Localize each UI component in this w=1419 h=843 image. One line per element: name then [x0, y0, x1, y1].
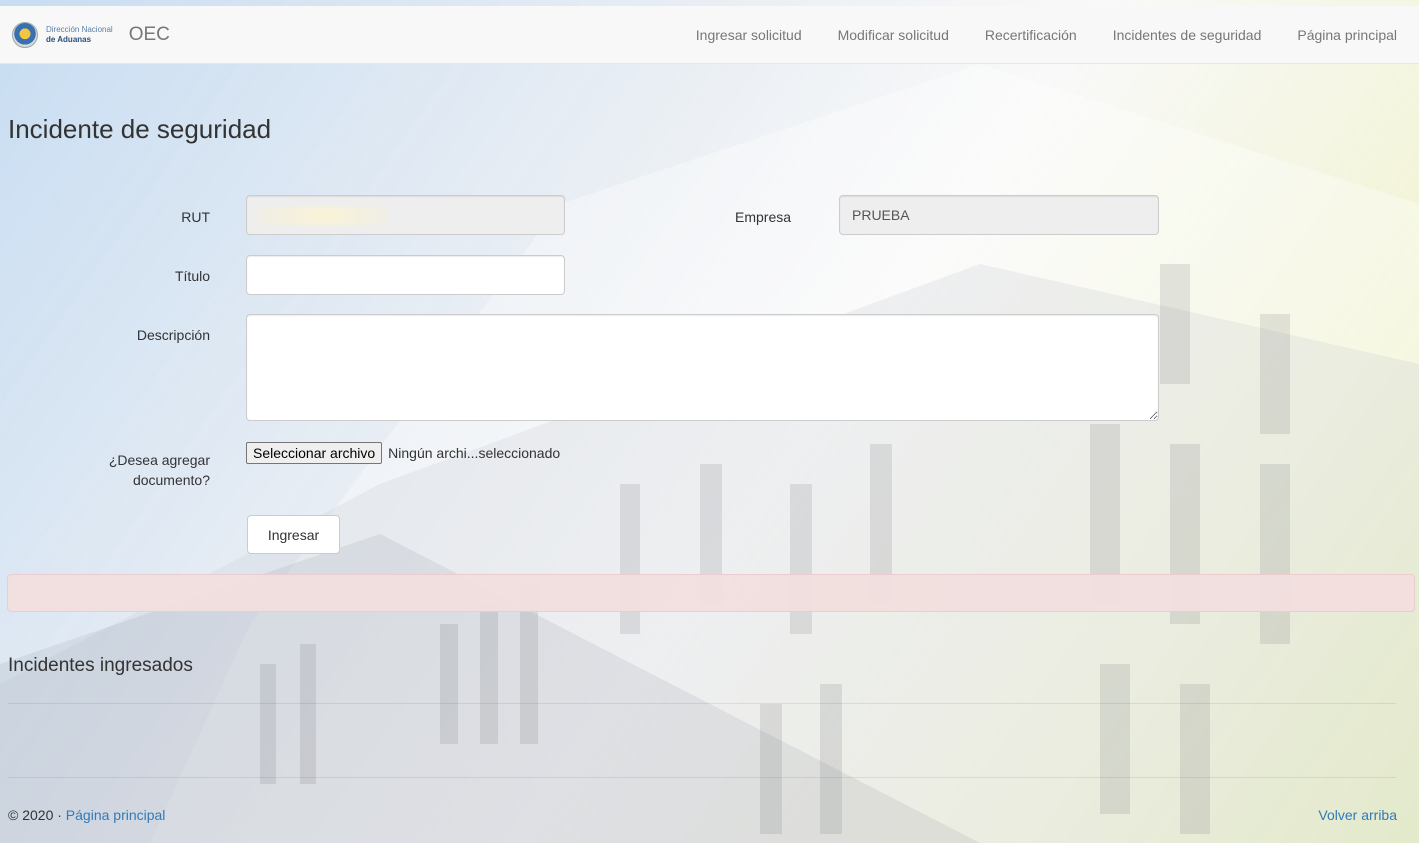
brand[interactable]: Dirección Nacional de Aduanas OEC — [12, 21, 170, 48]
titulo-label: Título — [174, 268, 210, 284]
ingresar-button[interactable]: Ingresar — [247, 515, 340, 554]
back-to-top-link[interactable]: Volver arriba — [1318, 807, 1397, 823]
copyright-text: © 2020 · — [8, 807, 66, 823]
empresa-label: Empresa — [735, 209, 792, 225]
logo-line1: Dirección Nacional — [46, 24, 113, 34]
file-input: Seleccionar archivo Ningún archi...selec… — [246, 442, 560, 464]
nav-ingresar-solicitud[interactable]: Ingresar solicitud — [678, 6, 820, 64]
page-title: Incidente de seguridad — [8, 114, 272, 144]
nav-links: Ingresar solicitud Modificar solicitud R… — [678, 6, 1419, 64]
file-status: Ningún archi...seleccionado — [388, 445, 561, 461]
footer-divider — [8, 777, 1396, 778]
descripcion-textarea[interactable] — [246, 314, 1159, 421]
nav-incidentes-seguridad[interactable]: Incidentes de seguridad — [1095, 6, 1280, 64]
aduanas-logo-text: Dirección Nacional de Aduanas — [46, 25, 113, 45]
documento-label-line1: ¿Desea agregar — [108, 452, 210, 468]
documento-label: ¿Desea agregar documento? — [10, 450, 210, 490]
background-building-image — [0, 64, 1419, 843]
descripcion-label: Descripción — [136, 327, 210, 343]
top-navbar: Dirección Nacional de Aduanas OEC Ingres… — [0, 6, 1419, 64]
select-file-button[interactable]: Seleccionar archivo — [246, 442, 383, 464]
empresa-field[interactable] — [839, 195, 1159, 235]
documento-label-line2: documento? — [132, 472, 210, 488]
titulo-field[interactable] — [246, 255, 565, 295]
divider — [8, 703, 1396, 704]
error-alert — [7, 574, 1415, 612]
logo-line2: de Aduanas — [46, 34, 92, 44]
footer-copyright: © 2020 · Página principal — [8, 807, 165, 823]
footer-home-link[interactable]: Página principal — [66, 807, 166, 823]
rut-label: RUT — [181, 209, 210, 225]
brand-name[interactable]: OEC — [129, 24, 170, 46]
nav-modificar-solicitud[interactable]: Modificar solicitud — [820, 6, 967, 64]
rut-redacted-value — [258, 207, 388, 225]
aduanas-logo-icon — [12, 21, 38, 48]
nav-pagina-principal[interactable]: Página principal — [1279, 6, 1419, 64]
nav-recertificacion[interactable]: Recertificación — [967, 6, 1095, 64]
incidentes-ingresados-title: Incidentes ingresados — [8, 655, 193, 676]
